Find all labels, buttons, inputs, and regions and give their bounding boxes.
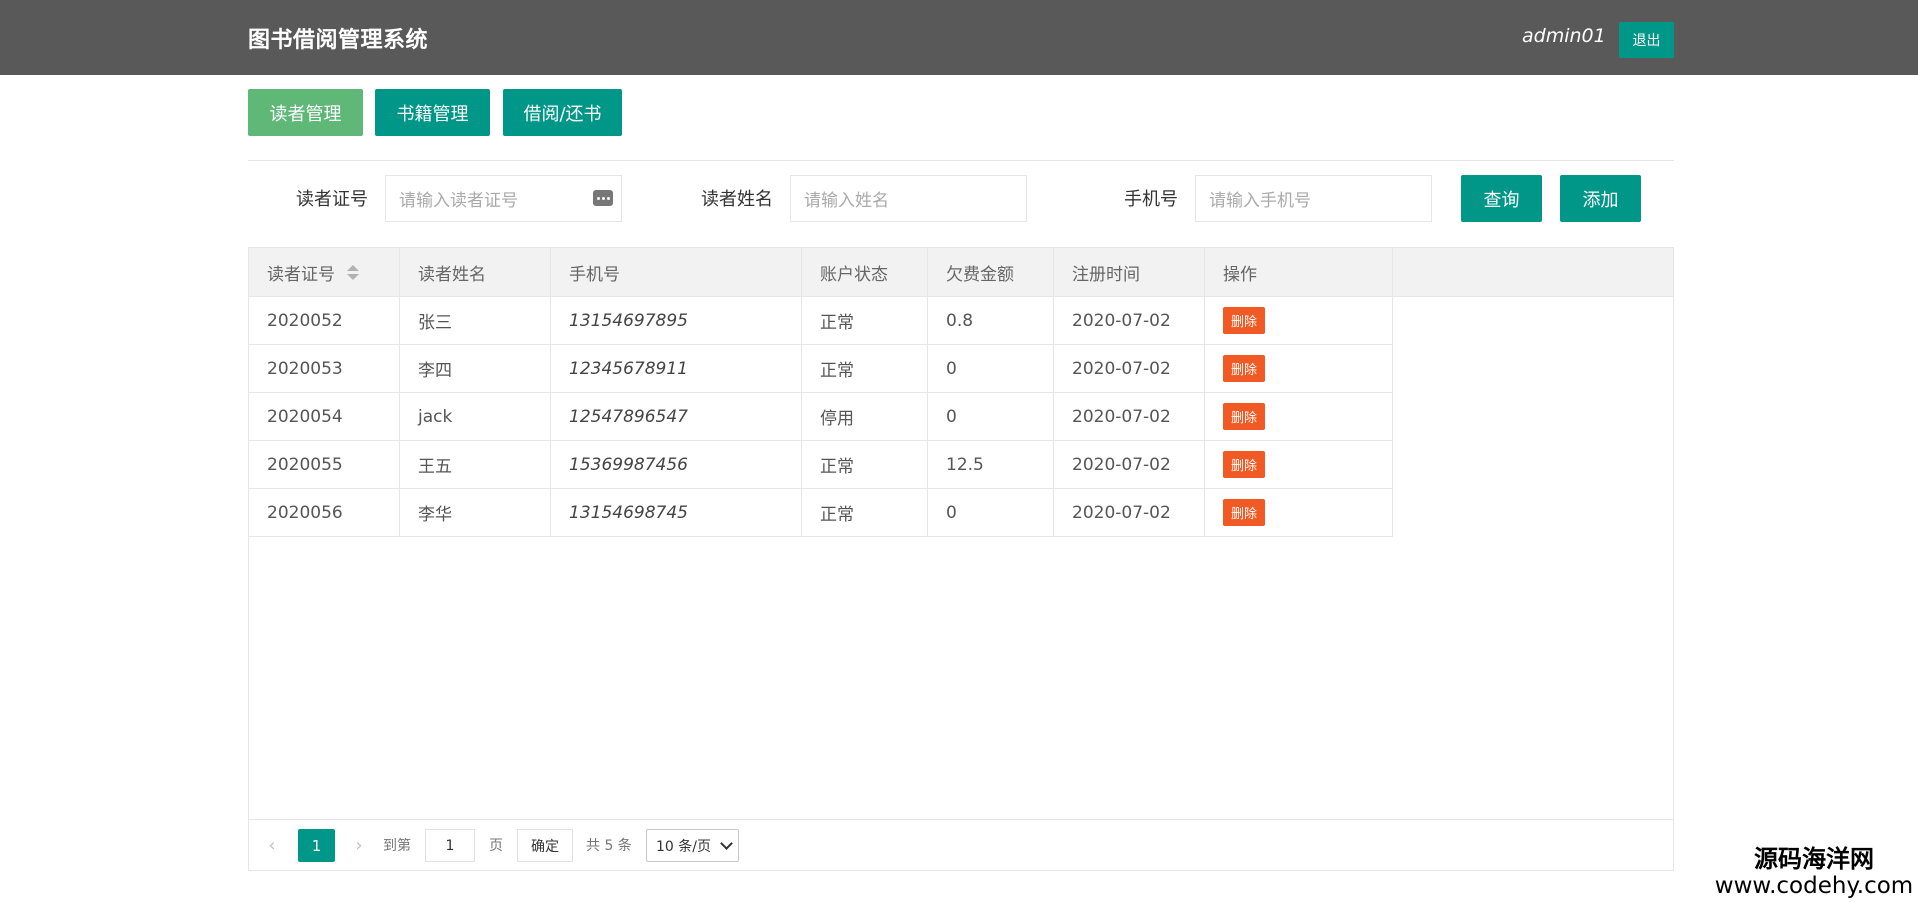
table-row: 2020053 李四 12345678911 正常 0 2020-07-02 删…	[249, 345, 1393, 393]
password-key-icon	[593, 190, 613, 206]
cell-actions: 删除	[1205, 345, 1393, 392]
delete-button[interactable]: 删除	[1223, 403, 1265, 430]
cell-debt: 0	[928, 393, 1054, 440]
column-header-status: 账户状态	[802, 248, 928, 297]
column-header-name: 读者姓名	[400, 248, 551, 297]
cell-name: 王五	[400, 441, 551, 488]
reader-name-label: 读者姓名	[701, 189, 773, 210]
cell-card: 2020056	[249, 489, 400, 536]
logout-button[interactable]: 退出	[1619, 22, 1674, 58]
cell-phone: 13154698745	[551, 489, 802, 536]
cell-card: 2020055	[249, 441, 400, 488]
top-header: 图书借阅管理系统 admin01 退出	[0, 0, 1918, 75]
cell-register-time: 2020-07-02	[1054, 393, 1205, 440]
prev-page-icon[interactable]: ‹	[265, 835, 279, 856]
page-size-value: 10 条/页	[656, 838, 711, 855]
cell-card: 2020053	[249, 345, 400, 392]
cell-status: 停用	[802, 393, 928, 440]
total-count-text: 共 5 条	[586, 838, 632, 854]
goto-page-input[interactable]: 1	[425, 829, 475, 862]
goto-suffix-text: 页	[489, 838, 503, 854]
table-row: 2020054 jack 12547896547 停用 0 2020-07-02…	[249, 393, 1393, 441]
cell-actions: 删除	[1205, 393, 1393, 440]
cell-name: 张三	[400, 297, 551, 344]
reader-name-placeholder: 请输入姓名	[804, 191, 889, 211]
table-header: 读者证号 读者姓名 手机号 账户状态 欠费金额 注册时间 操作	[249, 248, 1673, 297]
phone-placeholder: 请输入手机号	[1209, 191, 1311, 211]
watermark-url: www.codehy.com	[1714, 873, 1914, 899]
cell-card: 2020052	[249, 297, 400, 344]
card-number-input[interactable]: 请输入读者证号	[385, 175, 622, 222]
cell-phone: 12547896547	[551, 393, 802, 440]
cell-debt: 0.8	[928, 297, 1054, 344]
delete-button[interactable]: 删除	[1223, 499, 1265, 526]
goto-prefix-text: 到第	[383, 838, 411, 854]
cell-card: 2020054	[249, 393, 400, 440]
goto-confirm-button[interactable]: 确定	[517, 829, 573, 862]
cell-phone: 13154697895	[551, 297, 802, 344]
query-button[interactable]: 查询	[1461, 175, 1542, 222]
cell-status: 正常	[802, 297, 928, 344]
column-header-phone: 手机号	[551, 248, 802, 297]
cell-actions: 删除	[1205, 441, 1393, 488]
nav-reader-management-button[interactable]: 读者管理	[248, 89, 363, 136]
current-page-button[interactable]: 1	[298, 829, 335, 862]
phone-label: 手机号	[1124, 189, 1178, 210]
cell-debt: 12.5	[928, 441, 1054, 488]
watermark-title: 源码海洋网	[1754, 844, 1874, 873]
cell-name: 李华	[400, 489, 551, 536]
card-number-placeholder: 请输入读者证号	[399, 191, 518, 211]
phone-input[interactable]: 请输入手机号	[1195, 175, 1432, 222]
chevron-down-icon	[720, 837, 733, 850]
column-header-actions: 操作	[1205, 248, 1393, 297]
cell-register-time: 2020-07-02	[1054, 441, 1205, 488]
next-page-icon[interactable]: ›	[352, 835, 366, 856]
current-username: admin01	[1522, 25, 1606, 47]
cell-actions: 删除	[1205, 489, 1393, 536]
card-number-label: 读者证号	[296, 189, 368, 210]
watermark: 源码海洋网 www.codehy.com	[1710, 845, 1918, 899]
cell-name: jack	[400, 393, 551, 440]
sort-icon[interactable]	[347, 265, 359, 280]
delete-button[interactable]: 删除	[1223, 307, 1265, 334]
table-row: 2020056 李华 13154698745 正常 0 2020-07-02 删…	[249, 489, 1393, 537]
table-row: 2020055 王五 15369987456 正常 12.5 2020-07-0…	[249, 441, 1393, 489]
pagination-bar: ‹ 1 › 到第 1 页 确定 共 5 条 10 条/页	[249, 819, 1673, 871]
cell-name: 李四	[400, 345, 551, 392]
column-header-card-label: 读者证号	[267, 265, 335, 285]
app-title: 图书借阅管理系统	[248, 28, 429, 53]
column-header-card[interactable]: 读者证号	[249, 248, 400, 297]
page-size-select[interactable]: 10 条/页	[646, 829, 739, 862]
cell-register-time: 2020-07-02	[1054, 297, 1205, 344]
add-button[interactable]: 添加	[1560, 175, 1641, 222]
cell-actions: 删除	[1205, 297, 1393, 344]
cell-register-time: 2020-07-02	[1054, 489, 1205, 536]
cell-debt: 0	[928, 489, 1054, 536]
cell-status: 正常	[802, 489, 928, 536]
nav-borrow-return-button[interactable]: 借阅/还书	[503, 89, 622, 136]
delete-button[interactable]: 删除	[1223, 355, 1265, 382]
cell-status: 正常	[802, 441, 928, 488]
cell-status: 正常	[802, 345, 928, 392]
cell-debt: 0	[928, 345, 1054, 392]
cell-phone: 12345678911	[551, 345, 802, 392]
delete-button[interactable]: 删除	[1223, 451, 1265, 478]
nav-book-management-button[interactable]: 书籍管理	[375, 89, 490, 136]
cell-register-time: 2020-07-02	[1054, 345, 1205, 392]
cell-phone: 15369987456	[551, 441, 802, 488]
column-header-register-time: 注册时间	[1054, 248, 1205, 297]
reader-name-input[interactable]: 请输入姓名	[790, 175, 1027, 222]
reader-table: 读者证号 读者姓名 手机号 账户状态 欠费金额 注册时间 操作 2020052 …	[248, 247, 1674, 871]
column-header-debt: 欠费金额	[928, 248, 1054, 297]
section-divider	[248, 160, 1674, 161]
table-row: 2020052 张三 13154697895 正常 0.8 2020-07-02…	[249, 297, 1393, 345]
